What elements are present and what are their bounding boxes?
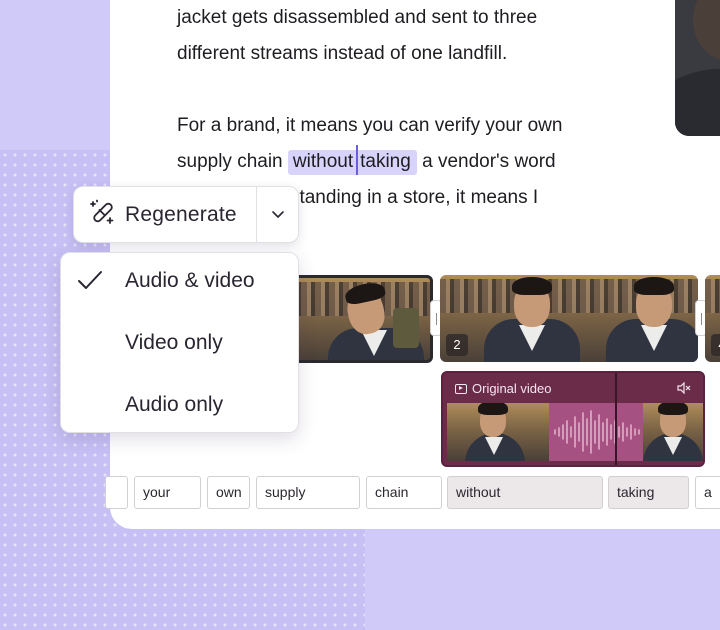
clip-number-badge: 2 [446,334,468,356]
regenerate-options-toggle[interactable] [257,187,298,242]
checkmark-icon [76,269,104,299]
transcript-word-track: your own supply chain without taking a [0,476,720,510]
original-video-track[interactable]: Original video [441,371,705,467]
script-text: jacket gets disassembled and sent to thr… [177,0,647,216]
menu-item-label: Audio & video [125,269,255,292]
script-line[interactable]: supply chain without taking a vendor's wo… [177,144,647,180]
playhead[interactable] [615,373,617,465]
script-line[interactable]: different streams instead of one landfil… [177,36,647,72]
word-chip[interactable] [105,476,128,509]
clip-number-badge: 4 [711,334,720,356]
video-clip-3[interactable]: 4 [705,275,720,362]
word-chip[interactable]: your [134,476,201,509]
menu-item-label: Video only [125,331,223,354]
menu-item-video-only[interactable]: Video only [61,315,298,371]
word-chip-selected[interactable]: without [447,476,603,509]
video-clip-2[interactable]: 2 [440,275,698,362]
menu-item-audio-video[interactable]: Audio & video [61,253,298,309]
menu-item-label: Audio only [125,393,224,416]
word-chip[interactable]: supply [256,476,360,509]
text-cursor [356,145,359,175]
script-line[interactable]: jacket gets disassembled and sent to thr… [177,0,647,36]
audio-waveform [549,403,645,461]
original-video-frame [643,403,703,461]
word-chip[interactable]: own [207,476,250,509]
chevron-down-icon [271,206,285,224]
script-line[interactable]: For a brand, it means you can verify you… [177,108,647,144]
regenerate-options-menu: Audio & video Video only Audio only [60,252,299,433]
menu-item-audio-only[interactable]: Audio only [61,377,298,433]
word-chip[interactable]: chain [366,476,442,509]
magic-wand-icon [89,198,117,231]
script-word[interactable]: a vendor's word [422,151,556,172]
word-chip-selected[interactable]: taking [608,476,689,509]
presenter-thumbnail [675,0,720,136]
script-word[interactable]: supply chain [177,151,283,172]
video-icon [455,383,467,394]
regenerate-label: Regenerate [125,202,237,226]
regenerate-split-button: Regenerate [73,186,299,243]
original-video-frame [447,403,549,461]
selected-words[interactable]: without taking [287,145,417,175]
word-chip[interactable]: a [695,476,720,509]
speaker-muted-icon[interactable] [677,381,691,397]
regenerate-button[interactable]: Regenerate [74,187,256,242]
original-video-label: Original video [472,381,552,396]
